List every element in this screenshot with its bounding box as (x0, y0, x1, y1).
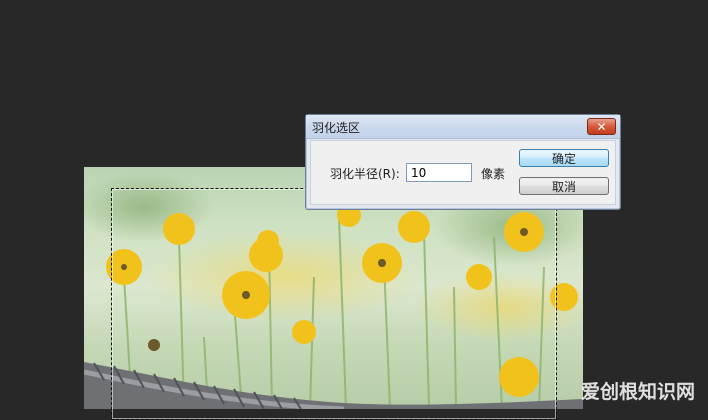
feather-radius-input[interactable] (406, 163, 472, 182)
workspace-canvas: 羽化选区 ✕ 羽化半径(R): 像素 确定 取消 爱创根知识网 (0, 0, 708, 420)
dialog-body: 羽化半径(R): 像素 确定 取消 (310, 140, 616, 205)
close-icon: ✕ (596, 119, 607, 134)
dialog-titlebar[interactable]: 羽化选区 ✕ (306, 115, 620, 139)
feather-selection-dialog: 羽化选区 ✕ 羽化半径(R): 像素 确定 取消 (305, 114, 621, 210)
ok-button[interactable]: 确定 (519, 149, 609, 167)
dialog-title: 羽化选区 (312, 121, 361, 135)
feather-radius-label: 羽化半径(R): (330, 167, 400, 181)
watermark-text: 爱创根知识网 (581, 381, 696, 403)
cancel-button[interactable]: 取消 (519, 177, 609, 195)
unit-label: 像素 (481, 167, 506, 181)
close-button[interactable]: ✕ (587, 118, 616, 135)
